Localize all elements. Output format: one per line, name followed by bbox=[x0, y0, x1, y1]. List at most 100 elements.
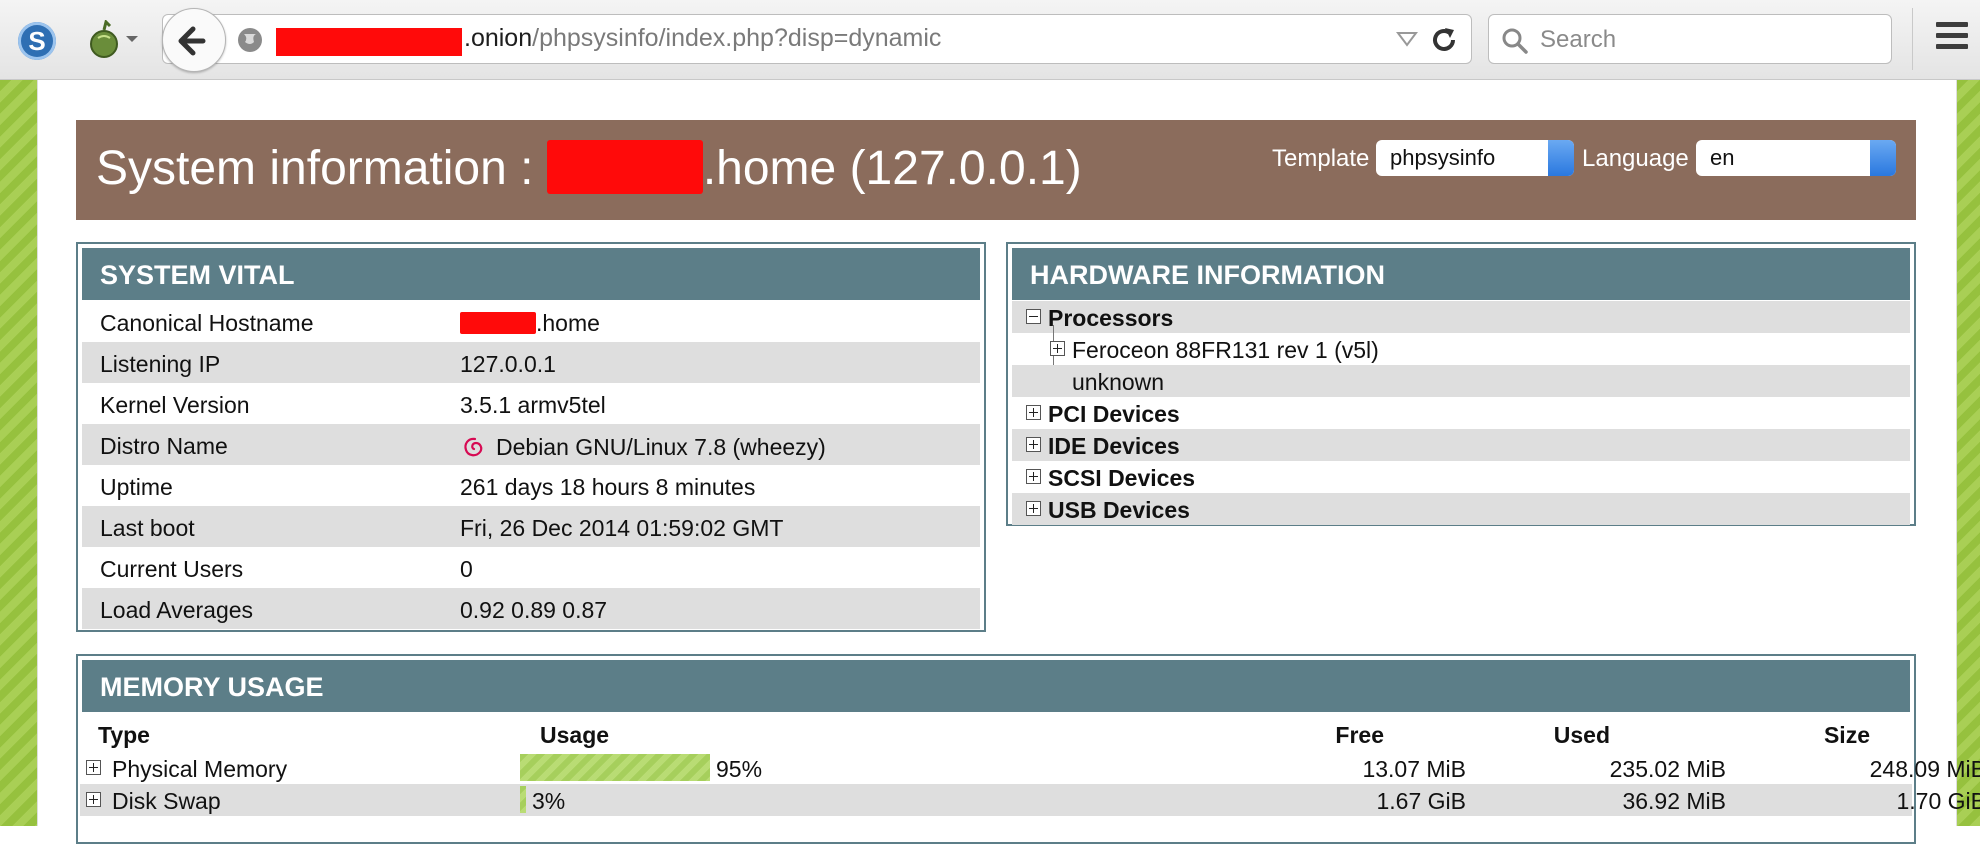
hardware-info-title: HARDWARE INFORMATION bbox=[1012, 248, 1910, 300]
url-text[interactable]: .onion/phpsysinfo/index.php?disp=dynamic bbox=[464, 24, 941, 53]
memory-type: Physical Memory bbox=[112, 756, 288, 782]
memory-used: 235.02 MiB bbox=[1609, 756, 1726, 782]
memory-size: 1.70 GiB bbox=[1896, 788, 1980, 814]
column-header-used: Used bbox=[1553, 722, 1610, 748]
vital-value: 0 bbox=[460, 556, 473, 582]
vital-value: 3.5.1 armv5tel bbox=[460, 392, 606, 418]
vital-value: Debian GNU/Linux 7.8 (wheezy) bbox=[460, 433, 826, 461]
tree-label: IDE Devices bbox=[1048, 433, 1180, 459]
template-value: phpsysinfo bbox=[1390, 145, 1496, 170]
expand-icon[interactable] bbox=[86, 792, 101, 807]
expand-icon[interactable] bbox=[1026, 405, 1041, 420]
column-header-size: Size bbox=[1823, 722, 1870, 748]
vital-key: Uptime bbox=[100, 474, 173, 500]
vital-key: Load Averages bbox=[100, 597, 254, 623]
usage-bar bbox=[520, 786, 526, 813]
vital-row: Distro Name Debian GNU/Linux 7.8 (wheezy… bbox=[82, 424, 980, 465]
language-value: en bbox=[1710, 145, 1735, 170]
vital-value: 127.0.0.1 bbox=[460, 351, 556, 377]
tree-label: PCI Devices bbox=[1048, 401, 1180, 427]
tree-item-pci[interactable]: PCI Devices bbox=[1012, 397, 1910, 429]
tree-item-usb[interactable]: USB Devices bbox=[1012, 493, 1910, 525]
back-button[interactable] bbox=[162, 8, 226, 72]
system-vital-panel: SYSTEM VITAL Canonical Hostname .home Li… bbox=[76, 242, 986, 632]
hamburger-menu-icon[interactable] bbox=[1936, 22, 1968, 56]
vital-key: Listening IP bbox=[100, 351, 221, 377]
memory-used: 36.92 MiB bbox=[1622, 788, 1726, 814]
title-prefix: System information : bbox=[96, 142, 547, 195]
memory-usage-title: MEMORY USAGE bbox=[82, 660, 1910, 712]
tree-item-unknown: unknown bbox=[1012, 365, 1910, 397]
hostname-redaction bbox=[460, 312, 536, 334]
memory-row: Disk Swap 3% 1.67 GiB 36.92 MiB 1.70 GiB bbox=[80, 784, 1980, 816]
search-placeholder: Search bbox=[1540, 26, 1617, 53]
onion-icon[interactable] bbox=[86, 20, 142, 60]
column-header-type: Type bbox=[98, 722, 150, 748]
vital-key: Kernel Version bbox=[100, 392, 250, 418]
expand-icon[interactable] bbox=[1026, 501, 1041, 516]
reload-icon[interactable] bbox=[1428, 24, 1460, 56]
column-header-free: Free bbox=[1335, 722, 1384, 748]
vital-value: .home bbox=[460, 310, 600, 337]
collapse-icon[interactable] bbox=[1026, 309, 1041, 324]
right-page-stripe bbox=[1956, 80, 1980, 826]
tree-label: unknown bbox=[1072, 369, 1165, 395]
vital-value: 0.92 0.89 0.87 bbox=[460, 597, 608, 623]
language-label: Language bbox=[1582, 145, 1689, 172]
vital-row: Listening IP 127.0.0.1 bbox=[82, 342, 980, 383]
vital-value: 261 days 18 hours 8 minutes bbox=[460, 474, 756, 500]
vital-key: Canonical Hostname bbox=[100, 310, 314, 336]
back-arrow-icon bbox=[178, 26, 206, 56]
tree-label: Feroceon 88FR131 rev 1 (v5l) bbox=[1072, 337, 1379, 363]
chevron-updown-icon bbox=[1548, 140, 1574, 176]
vital-key: Current Users bbox=[100, 556, 244, 582]
debian-swirl-icon bbox=[464, 437, 483, 457]
title-suffix: .home (127.0.0.1) bbox=[702, 142, 1082, 195]
toolbar-divider bbox=[1912, 8, 1913, 70]
vital-value: Fri, 26 Dec 2014 01:59:02 GMT bbox=[460, 515, 784, 541]
globe-icon bbox=[238, 28, 262, 52]
distro-name: Debian GNU/Linux 7.8 (wheezy) bbox=[496, 434, 826, 460]
usage-percent: 3% bbox=[532, 788, 566, 814]
tree-item-cpu[interactable]: Feroceon 88FR131 rev 1 (v5l) bbox=[1012, 333, 1910, 365]
template-label: Template bbox=[1272, 145, 1370, 172]
url-redaction bbox=[276, 28, 462, 56]
browser-toolbar: S .onion/phpsysinfo/index.php?disp=dynam… bbox=[0, 0, 1980, 80]
s-extension-icon[interactable]: S bbox=[18, 22, 56, 60]
expand-icon[interactable] bbox=[1026, 437, 1041, 452]
tree-label: USB Devices bbox=[1048, 497, 1190, 523]
memory-row: Physical Memory 95% 13.07 MiB 235.02 MiB… bbox=[80, 752, 1980, 784]
hostname-redaction bbox=[546, 140, 703, 194]
chevron-updown-icon bbox=[1870, 140, 1896, 176]
tree-item-ide[interactable]: IDE Devices bbox=[1012, 429, 1910, 461]
template-select[interactable]: phpsysinfo bbox=[1376, 140, 1574, 176]
page-title: System information : .home (127.0.0.1) bbox=[96, 140, 1082, 196]
tree-label: Processors bbox=[1048, 305, 1174, 331]
memory-free: 1.67 GiB bbox=[1376, 788, 1467, 814]
url-path: /phpsysinfo/index.php?disp=dynamic bbox=[532, 24, 942, 52]
vital-row: Kernel Version 3.5.1 armv5tel bbox=[82, 383, 980, 424]
search-icon bbox=[1502, 28, 1528, 54]
memory-size: 248.09 MiB bbox=[1869, 756, 1980, 782]
expand-icon[interactable] bbox=[1026, 469, 1041, 484]
hostname-suffix: .home bbox=[536, 310, 600, 336]
vital-key: Distro Name bbox=[100, 433, 228, 459]
vital-key: Last boot bbox=[100, 515, 195, 541]
expand-icon[interactable] bbox=[86, 760, 101, 775]
expand-icon[interactable] bbox=[1050, 341, 1065, 356]
tree-label: SCSI Devices bbox=[1048, 465, 1196, 491]
usage-bar bbox=[520, 754, 710, 781]
left-page-stripe bbox=[0, 80, 38, 826]
hardware-info-panel: HARDWARE INFORMATION Processors Feroceon… bbox=[1006, 242, 1916, 526]
memory-type: Disk Swap bbox=[112, 788, 221, 814]
vital-row: Last boot Fri, 26 Dec 2014 01:59:02 GMT bbox=[82, 506, 980, 547]
tree-item-processors[interactable]: Processors bbox=[1012, 301, 1910, 333]
vital-row: Canonical Hostname .home bbox=[82, 301, 980, 342]
system-vital-title: SYSTEM VITAL bbox=[82, 248, 980, 300]
memory-free: 13.07 MiB bbox=[1362, 756, 1466, 782]
language-select[interactable]: en bbox=[1696, 140, 1896, 176]
tree-item-scsi[interactable]: SCSI Devices bbox=[1012, 461, 1910, 493]
dropdown-icon[interactable] bbox=[1396, 30, 1418, 48]
usage-percent: 95% bbox=[716, 756, 763, 782]
url-domain-suffix: .onion bbox=[464, 24, 533, 52]
